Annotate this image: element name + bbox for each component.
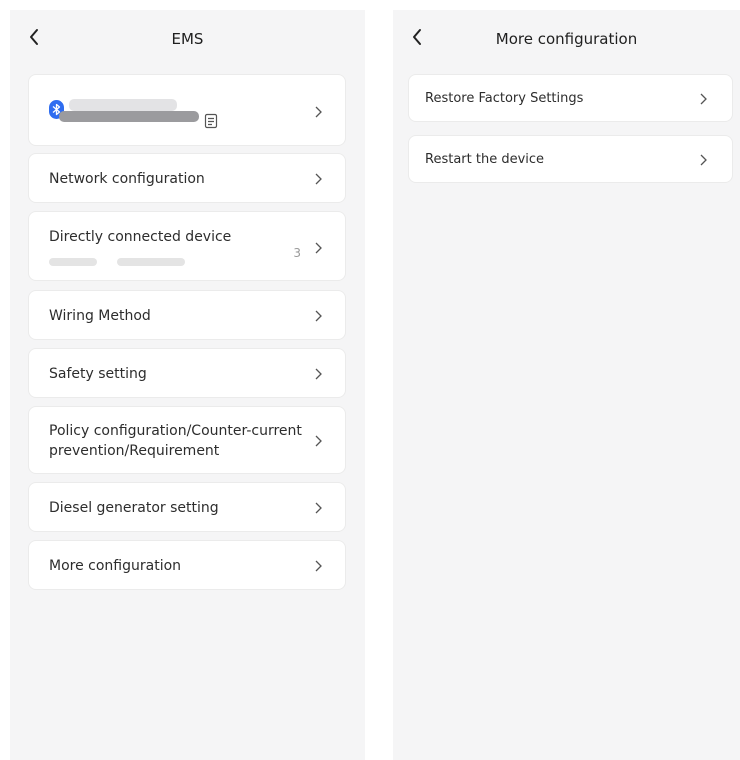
- chevron-right-icon: [315, 560, 322, 572]
- menu-label: More configuration: [49, 558, 182, 574]
- chevron-right-icon: [315, 368, 322, 380]
- chevron-right-icon: [315, 106, 322, 118]
- chevron-right-icon: [315, 310, 322, 322]
- added-status-redacted: [49, 258, 97, 266]
- chevron-right-icon: [315, 173, 322, 185]
- page-title: EMS: [171, 30, 204, 48]
- menu-label: Restore Factory Settings: [425, 91, 584, 106]
- menu-policy-configuration[interactable]: Policy configuration/Counter-current pre…: [28, 406, 346, 474]
- menu-label: Safety setting: [49, 366, 147, 382]
- menu-label: Wiring Method: [49, 308, 151, 324]
- menu-safety-setting[interactable]: Safety setting: [28, 348, 346, 398]
- menu-label-line-1: Policy configuration/Counter-current: [49, 423, 302, 439]
- menu-diesel-generator-setting[interactable]: Diesel generator setting: [28, 482, 346, 532]
- menu-wiring-method[interactable]: Wiring Method: [28, 290, 346, 340]
- chevron-right-icon: [700, 154, 707, 166]
- menu-label-line-2: prevention/Requirement: [49, 443, 220, 459]
- device-serial-redacted: [59, 111, 199, 122]
- more-configuration-screen: More configuration Restore Factory Setti…: [393, 10, 740, 760]
- menu-label: Network configuration: [49, 171, 205, 187]
- device-name-redacted: [69, 99, 177, 111]
- menu-label: Restart the device: [425, 152, 545, 167]
- menu-more-configuration[interactable]: More configuration: [28, 540, 346, 590]
- menu-label: Diesel generator setting: [49, 500, 219, 516]
- ems-header: EMS: [10, 10, 365, 70]
- menu-restart-device[interactable]: Restart the device: [408, 135, 733, 183]
- menu-directly-connected-device[interactable]: Directly connected device 3: [28, 211, 346, 281]
- menu-label: Directly connected device: [49, 229, 232, 245]
- more-config-header: More configuration: [393, 10, 740, 70]
- chevron-right-icon: [315, 242, 322, 254]
- device-count: 3: [293, 246, 301, 260]
- menu-network-configuration[interactable]: Network configuration: [28, 153, 346, 203]
- not-added-status-redacted: [117, 258, 185, 266]
- copy-icon[interactable]: [204, 113, 218, 129]
- page-title: More configuration: [495, 30, 638, 48]
- chevron-right-icon: [700, 93, 707, 105]
- device-card[interactable]: [28, 74, 346, 146]
- menu-restore-factory-settings[interactable]: Restore Factory Settings: [408, 74, 733, 122]
- chevron-right-icon: [315, 435, 322, 447]
- chevron-right-icon: [315, 502, 322, 514]
- ems-screen: EMS Network configuration Directly conne…: [10, 10, 365, 760]
